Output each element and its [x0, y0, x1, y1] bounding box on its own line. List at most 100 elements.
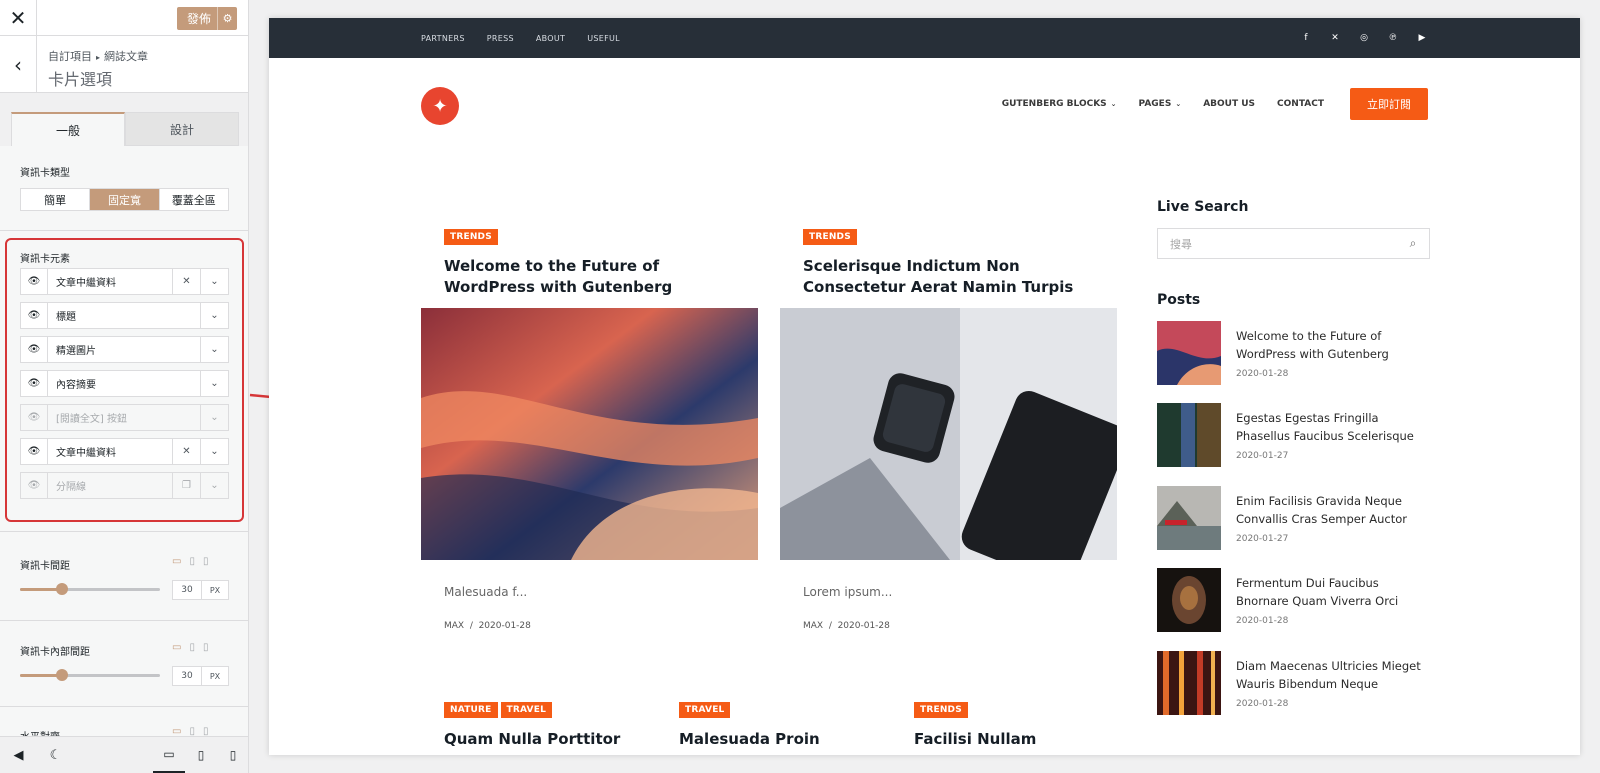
- sidebar-post-title[interactable]: Diam Maecenas Ultricies Mieget Wauris Bi…: [1236, 657, 1431, 693]
- tablet-icon[interactable]: ▯: [189, 556, 195, 567]
- close-icon[interactable]: ✕: [172, 269, 200, 294]
- sidebar-post[interactable]: Egestas Egestas Fringilla Phasellus Fauc…: [1157, 403, 1430, 467]
- post-thumbnail[interactable]: [1157, 568, 1221, 632]
- desktop-icon[interactable]: ▭: [172, 642, 181, 653]
- post-author[interactable]: MAX: [803, 621, 823, 631]
- card-inner-spacing-value[interactable]: 30: [173, 667, 202, 685]
- menu-item-contact[interactable]: CONTACT: [1277, 99, 1324, 109]
- category-badge[interactable]: NATURE: [444, 702, 498, 718]
- post-title[interactable]: Scelerisque Indictum Non Consectetur Aer…: [803, 256, 1103, 298]
- card-spacing-value[interactable]: 30: [173, 581, 202, 599]
- publish-button[interactable]: 發佈 ⚙: [177, 7, 237, 30]
- tab-general[interactable]: 一般: [11, 112, 125, 146]
- search-placeholder[interactable]: 搜尋: [1158, 236, 1397, 252]
- eye-icon[interactable]: 👁: [21, 371, 48, 396]
- card-type-cover[interactable]: 覆蓋全區: [160, 189, 228, 210]
- top-menu-item[interactable]: USEFUL: [587, 34, 620, 43]
- category-badge[interactable]: TRAVEL: [679, 702, 731, 718]
- card-inner-spacing-slider[interactable]: [20, 669, 160, 681]
- desktop-preview-icon[interactable]: ▭: [153, 737, 185, 773]
- eye-icon[interactable]: 👁: [21, 269, 48, 294]
- x-icon[interactable]: ✕: [1329, 32, 1341, 44]
- post-title[interactable]: Welcome to the Future of WordPress with …: [444, 256, 744, 298]
- sidebar-post-title[interactable]: Fermentum Dui Faucibus Bnornare Quam Viv…: [1236, 574, 1431, 610]
- slider-handle[interactable]: [56, 583, 68, 595]
- eye-icon[interactable]: 👁: [21, 303, 48, 328]
- back-button[interactable]: ‹: [0, 36, 37, 93]
- post-featured-image[interactable]: [780, 308, 1117, 560]
- card-element-row[interactable]: 👁 分隔線 ❐ ⌄: [20, 472, 229, 499]
- post-author[interactable]: MAX: [444, 621, 464, 631]
- duplicate-icon[interactable]: ❐: [172, 473, 200, 498]
- mobile-preview-icon[interactable]: ▯: [217, 737, 248, 773]
- top-menu-item[interactable]: PARTNERS: [421, 34, 465, 43]
- tab-design[interactable]: 設計: [125, 112, 239, 146]
- search-icon[interactable]: ⌕: [1397, 236, 1429, 251]
- mobile-icon[interactable]: ▯: [203, 642, 209, 653]
- eye-icon[interactable]: 👁: [21, 439, 48, 464]
- desktop-icon[interactable]: ▭: [172, 556, 181, 567]
- moon-icon[interactable]: ☾: [37, 737, 74, 773]
- search-input[interactable]: 搜尋 ⌕: [1157, 228, 1430, 259]
- menu-item-gutenberg-blocks[interactable]: GUTENBERG BLOCKS ⌄: [1002, 99, 1117, 109]
- card-type-simple[interactable]: 簡單: [21, 189, 91, 210]
- chevron-down-icon[interactable]: ⌄: [200, 439, 228, 464]
- sidebar-post[interactable]: Welcome to the Future of WordPress with …: [1157, 321, 1430, 385]
- card-element-row[interactable]: 👁 文章中繼資料 ✕ ⌄: [20, 268, 229, 295]
- menu-item-about-us[interactable]: ABOUT US: [1203, 99, 1255, 109]
- menu-item-pages[interactable]: PAGES ⌄: [1139, 99, 1182, 109]
- post-thumbnail[interactable]: [1157, 651, 1221, 715]
- card-element-row[interactable]: 👁 標題 ⌄: [20, 302, 229, 329]
- post-title[interactable]: Facilisi Nullam: [914, 730, 1036, 748]
- top-menu-item[interactable]: ABOUT: [536, 34, 565, 43]
- sidebar-post[interactable]: Enim Facilisis Gravida Neque Convallis C…: [1157, 486, 1430, 550]
- chevron-down-icon[interactable]: ⌄: [1175, 100, 1181, 108]
- unit-label[interactable]: PX: [202, 667, 228, 685]
- card-type-boxed[interactable]: 固定寬: [90, 189, 160, 210]
- mobile-icon[interactable]: ▯: [203, 556, 209, 567]
- unit-label[interactable]: PX: [202, 581, 228, 599]
- close-icon[interactable]: ✕: [0, 0, 37, 36]
- post-title[interactable]: Malesuada Proin: [679, 730, 820, 748]
- post-thumbnail[interactable]: [1157, 321, 1221, 385]
- top-menu-item[interactable]: PRESS: [487, 34, 514, 43]
- sidebar-post-title[interactable]: Welcome to the Future of WordPress with …: [1236, 327, 1431, 363]
- subscribe-button[interactable]: 立即訂閱: [1350, 87, 1428, 120]
- chevron-down-icon[interactable]: ⌄: [200, 371, 228, 396]
- chevron-down-icon[interactable]: ⌄: [200, 269, 228, 294]
- card-element-row[interactable]: 👁 精選圖片 ⌄: [20, 336, 229, 363]
- card-inner-spacing-input[interactable]: 30 PX: [172, 666, 229, 686]
- menu-item-label[interactable]: PAGES: [1139, 99, 1172, 109]
- category-badge[interactable]: TRENDS: [444, 229, 498, 245]
- chevron-down-icon[interactable]: ⌄: [200, 405, 228, 430]
- chevron-down-icon[interactable]: ⌄: [200, 337, 228, 362]
- post-title[interactable]: Quam Nulla Porttitor: [444, 730, 620, 748]
- menu-item-label[interactable]: GUTENBERG BLOCKS: [1002, 99, 1107, 109]
- sidebar-post[interactable]: Fermentum Dui Faucibus Bnornare Quam Viv…: [1157, 568, 1430, 632]
- instagram-icon[interactable]: ◎: [1358, 32, 1370, 44]
- chevron-left-icon[interactable]: ‹: [14, 53, 22, 77]
- tablet-icon[interactable]: ▯: [189, 642, 195, 653]
- sidebar-post[interactable]: Diam Maecenas Ultricies Mieget Wauris Bi…: [1157, 651, 1430, 715]
- eye-hidden-icon[interactable]: 👁: [21, 405, 48, 430]
- eye-icon[interactable]: 👁: [21, 337, 48, 362]
- post-featured-image[interactable]: [421, 308, 758, 560]
- card-spacing-input[interactable]: 30 PX: [172, 580, 229, 600]
- post-thumbnail[interactable]: [1157, 486, 1221, 550]
- card-element-row[interactable]: 👁 內容摘要 ⌄: [20, 370, 229, 397]
- category-badge[interactable]: TRAVEL: [500, 702, 553, 718]
- chevron-down-icon[interactable]: ⌄: [200, 303, 228, 328]
- close-icon[interactable]: ✕: [172, 439, 200, 464]
- publish-label[interactable]: 發佈: [177, 10, 217, 27]
- chevron-down-icon[interactable]: ⌄: [1111, 100, 1117, 108]
- tablet-preview-icon[interactable]: ▯: [185, 737, 217, 773]
- eye-hidden-icon[interactable]: 👁: [21, 473, 48, 498]
- category-badge[interactable]: TRENDS: [803, 229, 857, 245]
- collapse-icon[interactable]: ◀: [0, 737, 37, 773]
- card-element-row[interactable]: 👁 [閱讀全文] 按鈕 ⌄: [20, 404, 229, 431]
- sidebar-post-title[interactable]: Egestas Egestas Fringilla Phasellus Fauc…: [1236, 409, 1431, 445]
- category-badge[interactable]: TRENDS: [914, 702, 968, 718]
- sidebar-post-title[interactable]: Enim Facilisis Gravida Neque Convallis C…: [1236, 492, 1431, 528]
- gear-icon[interactable]: ⚙: [217, 7, 237, 30]
- card-element-row[interactable]: 👁 文章中繼資料 ✕ ⌄: [20, 438, 229, 465]
